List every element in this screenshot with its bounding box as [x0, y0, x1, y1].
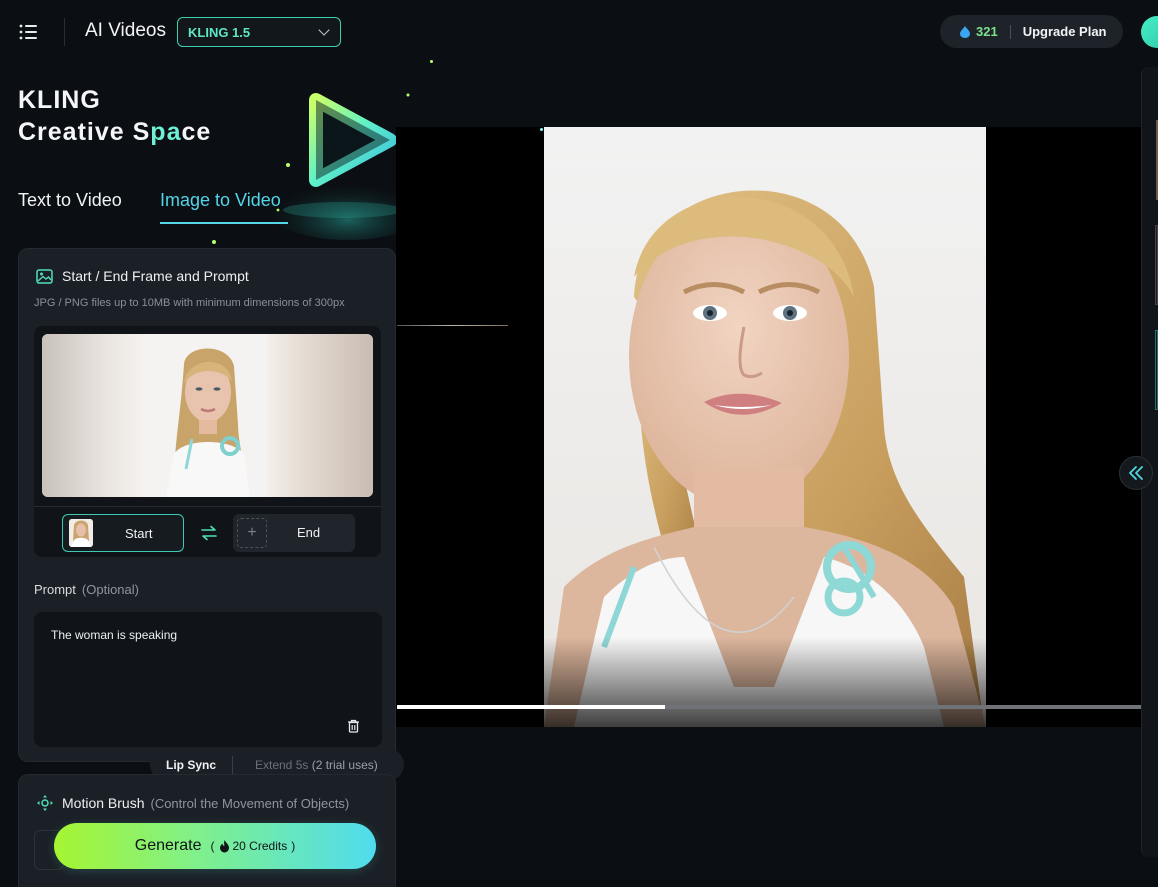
end-label: End [297, 525, 321, 540]
prompt-label: Prompt (Optional) [34, 582, 139, 597]
sparkle-decoration [540, 128, 543, 131]
sparkle-decoration [430, 60, 433, 63]
trash-icon[interactable] [347, 719, 360, 733]
double-chevron-left-icon [1129, 466, 1143, 480]
motion-brush-title: Motion Brush [62, 795, 145, 811]
extend-label: Extend 5s [255, 758, 309, 772]
avatar[interactable] [1141, 16, 1158, 48]
hero-title-part: ce [181, 118, 212, 146]
top-bar: AI Videos KLING 1.5 321 Upgrade Plan [0, 0, 1158, 64]
generate-label: Generate [134, 837, 202, 854]
sparkle-decoration [212, 240, 216, 244]
paren-open: ( [210, 839, 215, 853]
divider [64, 18, 65, 46]
collapse-panel-button[interactable] [1119, 456, 1153, 490]
extend-note: (2 trial uses) [311, 758, 378, 772]
hero-title-line1: KLING [18, 86, 101, 114]
hero-title-line2: Creative Space [18, 118, 211, 147]
prompt-label-text: Prompt [34, 582, 76, 597]
lip-sync-button[interactable]: Lip Sync [166, 758, 216, 772]
generate-button[interactable]: Generate ( 20 Credits ) [54, 823, 376, 869]
menu-icon[interactable] [18, 22, 40, 42]
paren-close: ) [291, 839, 296, 853]
tab-image-to-video[interactable]: Image to Video [160, 190, 281, 211]
prompt-optional: (Optional) [81, 582, 139, 597]
start-label: Start [125, 526, 153, 541]
image-icon [36, 268, 53, 284]
upgrade-plan-button[interactable]: Upgrade Plan [1023, 24, 1107, 39]
start-frame-image [146, 334, 268, 497]
timeline-line [397, 325, 508, 326]
fire-icon [219, 839, 229, 852]
card-header: Start / End Frame and Prompt [36, 268, 249, 284]
motion-brush-subtitle: (Control the Movement of Objects) [150, 795, 350, 811]
start-frame-button[interactable]: Start [62, 514, 184, 552]
video-progress [397, 705, 665, 709]
model-select[interactable]: KLING 1.5 [177, 17, 341, 47]
motion-brush-icon [37, 795, 53, 811]
generate-credits-text: 20 Credits [232, 839, 288, 853]
hero-title-part: Creative S [18, 118, 151, 146]
video-frame[interactable] [544, 127, 986, 727]
chevron-down-icon [318, 24, 330, 36]
frame-upload-area[interactable]: Start + End [34, 326, 381, 557]
divider [34, 506, 381, 507]
tab-text-to-video[interactable]: Text to Video [18, 190, 122, 211]
divider [232, 756, 233, 774]
motion-brush-header: Motion Brush (Control the Movement of Ob… [36, 794, 349, 812]
upload-hint: JPG / PNG files up to 10MB with minimum … [34, 297, 345, 309]
prompt-input[interactable]: The woman is speaking [34, 612, 382, 747]
model-select-value: KLING 1.5 [188, 24, 251, 40]
video-seek-bar[interactable] [397, 705, 1141, 709]
frame-prompt-card: Start / End Frame and Prompt JPG / PNG f… [18, 248, 396, 762]
credits-pill: 321 Upgrade Plan [940, 15, 1123, 48]
card-title: Start / End Frame and Prompt [62, 268, 249, 284]
extend-button[interactable]: Extend 5s (2 trial uses) [255, 758, 378, 772]
swap-icon[interactable] [200, 525, 218, 541]
plus-icon: + [237, 518, 267, 548]
end-frame-button[interactable]: + End [233, 514, 355, 552]
credit-balance: 321 [976, 24, 998, 39]
generate-credits: ( 20 Credits ) [211, 839, 296, 853]
start-frame-preview[interactable] [42, 334, 373, 497]
hero-title-accent: pa [150, 118, 182, 146]
start-thumbnail [69, 519, 93, 547]
tab-active-indicator [160, 222, 288, 224]
page-title: AI Videos [85, 20, 166, 41]
drop-icon [960, 25, 970, 38]
preview-blur-left [42, 334, 147, 497]
prompt-value: The woman is speaking [51, 628, 178, 642]
divider [1009, 24, 1011, 39]
preview-blur-right [268, 334, 373, 497]
